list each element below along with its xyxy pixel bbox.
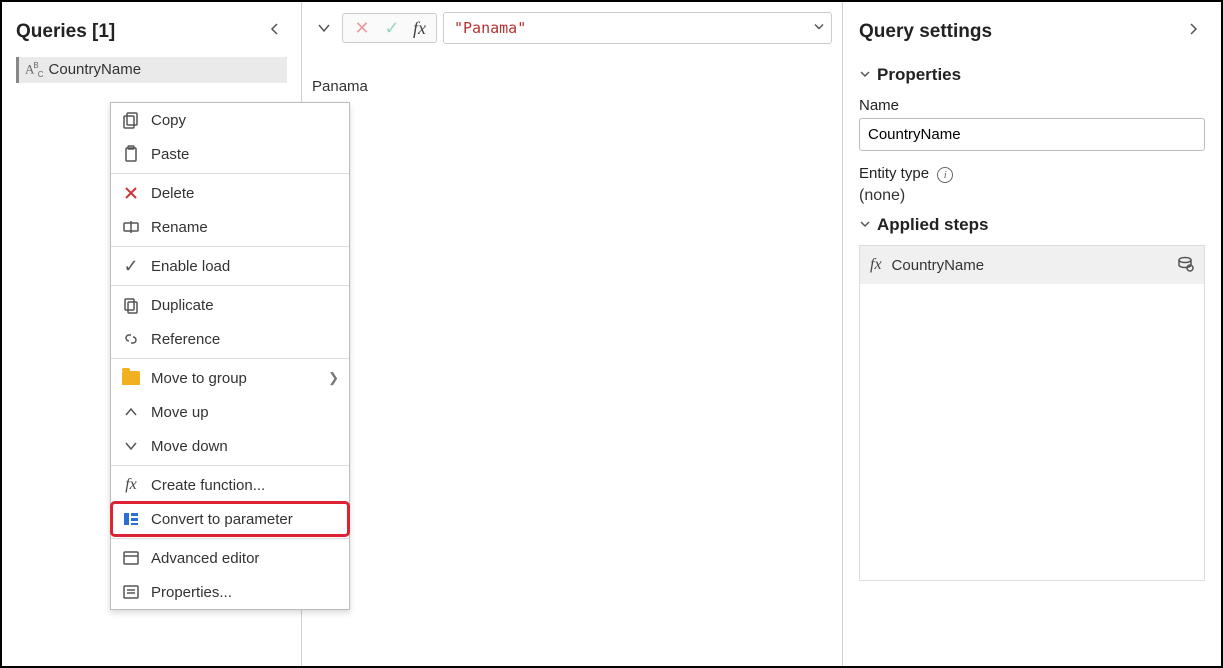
reference-icon	[121, 329, 141, 349]
formula-bar-toggle[interactable]	[312, 16, 336, 40]
chevron-down-icon	[859, 217, 871, 233]
collapse-queries-button[interactable]	[263, 18, 287, 45]
queries-header: Queries [1]	[16, 10, 287, 57]
rename-icon	[121, 217, 141, 237]
copy-icon	[121, 110, 141, 130]
menu-label: Reference	[151, 331, 220, 348]
fx-icon: fx	[409, 18, 430, 39]
query-item-label: CountryName	[49, 61, 142, 78]
step-settings-icon[interactable]	[1176, 254, 1194, 276]
chevron-down-icon	[859, 67, 871, 83]
collapse-settings-button[interactable]	[1181, 18, 1205, 45]
menu-label: Convert to parameter	[151, 511, 293, 528]
settings-title: Query settings	[859, 21, 992, 43]
applied-steps-toggle[interactable]: Applied steps	[859, 211, 1205, 239]
main-pane: ✕ ✓ fx "Panama" Panama	[302, 2, 843, 666]
formula-bar: ✕ ✓ fx "Panama"	[302, 2, 842, 54]
menu-label: Rename	[151, 219, 208, 236]
menu-create-function[interactable]: fx Create function...	[111, 468, 349, 502]
name-label: Name	[859, 97, 1205, 114]
entity-label-text: Entity type	[859, 165, 929, 182]
formula-input[interactable]: "Panama"	[443, 12, 832, 44]
menu-label: Properties...	[151, 584, 232, 601]
menu-rename[interactable]: Rename	[111, 210, 349, 244]
formula-text: "Panama"	[454, 19, 526, 37]
applied-steps-list: fx CountryName	[859, 245, 1205, 581]
folder-icon	[121, 368, 141, 388]
properties-icon	[121, 582, 141, 602]
menu-move-up[interactable]: Move up	[111, 395, 349, 429]
preview-value: Panama	[302, 54, 842, 119]
properties-section: Properties Name Entity type i (none)	[859, 61, 1205, 205]
menu-convert-to-parameter[interactable]: Convert to parameter	[111, 502, 349, 536]
fx-icon: fx	[870, 256, 882, 274]
menu-label: Move to group	[151, 370, 247, 387]
applied-steps-section: Applied steps fx CountryName	[859, 211, 1205, 581]
chevron-right-icon: ❯	[328, 370, 339, 386]
menu-advanced-editor[interactable]: Advanced editor	[111, 541, 349, 575]
menu-label: Move down	[151, 438, 228, 455]
menu-label: Advanced editor	[151, 550, 259, 567]
formula-expand-button[interactable]	[813, 21, 825, 36]
text-type-icon: ABC	[25, 61, 43, 79]
menu-duplicate[interactable]: Duplicate	[111, 288, 349, 322]
entity-type-value: (none)	[859, 187, 1205, 205]
section-title: Properties	[877, 65, 961, 85]
advanced-editor-icon	[121, 548, 141, 568]
duplicate-icon	[121, 295, 141, 315]
menu-label: Delete	[151, 185, 194, 202]
entity-type-label: Entity type i	[859, 165, 1205, 183]
query-name-input[interactable]	[859, 118, 1205, 151]
menu-reference[interactable]: Reference	[111, 322, 349, 356]
properties-toggle[interactable]: Properties	[859, 61, 1205, 89]
move-up-icon	[121, 402, 141, 422]
queries-title: Queries [1]	[16, 21, 115, 43]
menu-label: Duplicate	[151, 297, 214, 314]
menu-label: Move up	[151, 404, 209, 421]
query-settings-pane: Query settings Properties Name Entity ty…	[843, 2, 1221, 666]
query-item-countryname[interactable]: ABC CountryName	[16, 57, 287, 83]
step-label: CountryName	[892, 257, 985, 274]
applied-step-item[interactable]: fx CountryName	[860, 246, 1204, 284]
menu-label: Create function...	[151, 477, 265, 494]
menu-move-to-group[interactable]: Move to group ❯	[111, 361, 349, 395]
section-title: Applied steps	[877, 215, 988, 235]
menu-enable-load[interactable]: ✓ Enable load	[111, 249, 349, 283]
formula-confirm-button[interactable]: ✓	[379, 16, 405, 40]
info-icon[interactable]: i	[937, 167, 953, 183]
chevron-right-icon	[1187, 22, 1199, 36]
settings-header: Query settings	[859, 10, 1205, 55]
formula-bar-actions: ✕ ✓ fx	[342, 13, 437, 43]
menu-separator	[111, 173, 349, 174]
check-icon: ✓	[121, 256, 141, 276]
menu-properties[interactable]: Properties...	[111, 575, 349, 609]
paste-icon	[121, 144, 141, 164]
menu-move-down[interactable]: Move down	[111, 429, 349, 463]
formula-cancel-button[interactable]: ✕	[349, 16, 375, 40]
menu-copy[interactable]: Copy	[111, 103, 349, 137]
parameter-icon	[121, 509, 141, 529]
menu-separator	[111, 246, 349, 247]
menu-separator	[111, 465, 349, 466]
menu-label: Paste	[151, 146, 189, 163]
menu-paste[interactable]: Paste	[111, 137, 349, 171]
delete-icon	[121, 183, 141, 203]
menu-delete[interactable]: Delete	[111, 176, 349, 210]
menu-label: Enable load	[151, 258, 230, 275]
menu-separator	[111, 358, 349, 359]
chevron-left-icon	[269, 22, 281, 36]
query-context-menu: Copy Paste Delete Rename ✓ Enable load D…	[110, 102, 350, 610]
move-down-icon	[121, 436, 141, 456]
menu-separator	[111, 285, 349, 286]
menu-separator	[111, 538, 349, 539]
menu-label: Copy	[151, 112, 186, 129]
fx-icon: fx	[121, 475, 141, 495]
